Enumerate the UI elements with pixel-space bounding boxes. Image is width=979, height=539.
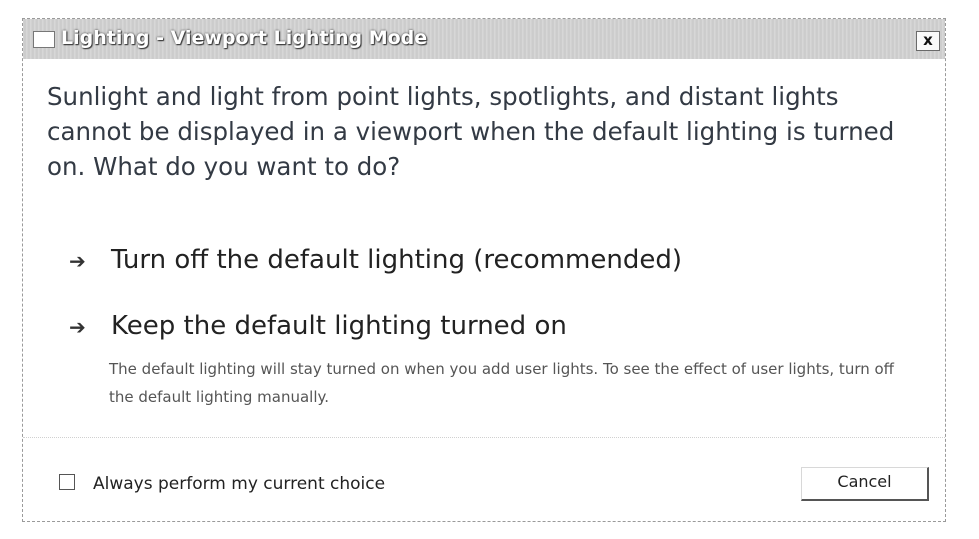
command-label: Turn off the default lighting (recommend… bbox=[111, 245, 682, 275]
task-dialog: Lighting - Viewport Lighting Mode x Sunl… bbox=[22, 18, 946, 522]
footer-divider bbox=[23, 437, 945, 438]
arrow-right-icon: ➔ bbox=[69, 249, 86, 273]
window-title: Lighting - Viewport Lighting Mode bbox=[61, 27, 428, 49]
command-note: The default lighting will stay turned on… bbox=[109, 360, 895, 406]
command-label: Keep the default lighting turned on bbox=[111, 311, 567, 341]
close-button[interactable]: x bbox=[916, 31, 940, 51]
always-perform-label[interactable]: Always perform my current choice bbox=[93, 474, 385, 494]
arrow-right-icon: ➔ bbox=[69, 315, 86, 339]
window-icon bbox=[33, 31, 55, 48]
always-perform-checkbox[interactable] bbox=[59, 474, 75, 490]
title-bar[interactable]: Lighting - Viewport Lighting Mode x bbox=[23, 19, 945, 59]
cancel-button[interactable]: Cancel bbox=[801, 467, 929, 501]
main-instruction: Sunlight and light from point lights, sp… bbox=[47, 82, 895, 181]
